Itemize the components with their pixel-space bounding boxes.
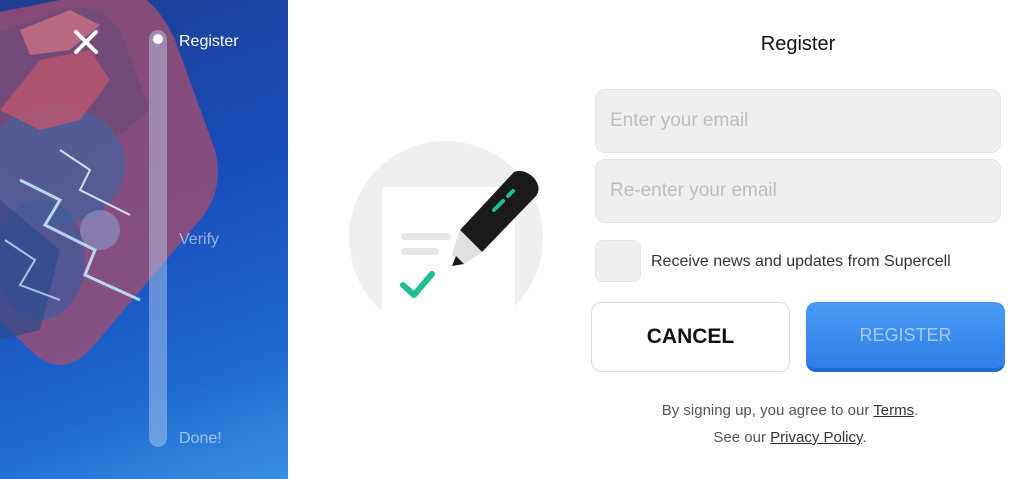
close-button[interactable]: [70, 26, 102, 58]
privacy-suffix: .: [862, 429, 867, 446]
reenter-email-field[interactable]: [595, 159, 1001, 223]
sidebar: Register Verify Done!: [0, 0, 288, 479]
terms-link[interactable]: Terms: [873, 402, 914, 419]
terms-prefix: By signing up, you agree to our: [661, 402, 874, 419]
game-artwork: [0, 0, 218, 365]
newsletter-checkbox[interactable]: [595, 240, 641, 282]
step-verify: Verify: [179, 231, 220, 248]
terms-suffix: .: [914, 402, 919, 419]
register-button[interactable]: REGISTER: [806, 302, 1005, 372]
privacy-policy-link[interactable]: Privacy Policy: [770, 429, 862, 446]
pen-document-check-icon: [349, 141, 543, 315]
newsletter-checkbox-label: Receive news and updates from Supercell: [651, 253, 951, 270]
step-indicator-dot: [153, 34, 163, 44]
step-done: Done!: [179, 430, 222, 447]
step-register: Register: [179, 33, 239, 50]
email-field[interactable]: [595, 89, 1001, 153]
terms-notice: By signing up, you agree to our Terms.: [590, 402, 990, 419]
privacy-prefix: See our: [713, 429, 771, 446]
page-title: Register: [760, 33, 836, 55]
cancel-button[interactable]: CANCEL: [591, 302, 790, 372]
privacy-notice: See our Privacy Policy.: [590, 429, 990, 446]
step-progress-track: [149, 30, 167, 447]
close-icon: [74, 30, 98, 54]
